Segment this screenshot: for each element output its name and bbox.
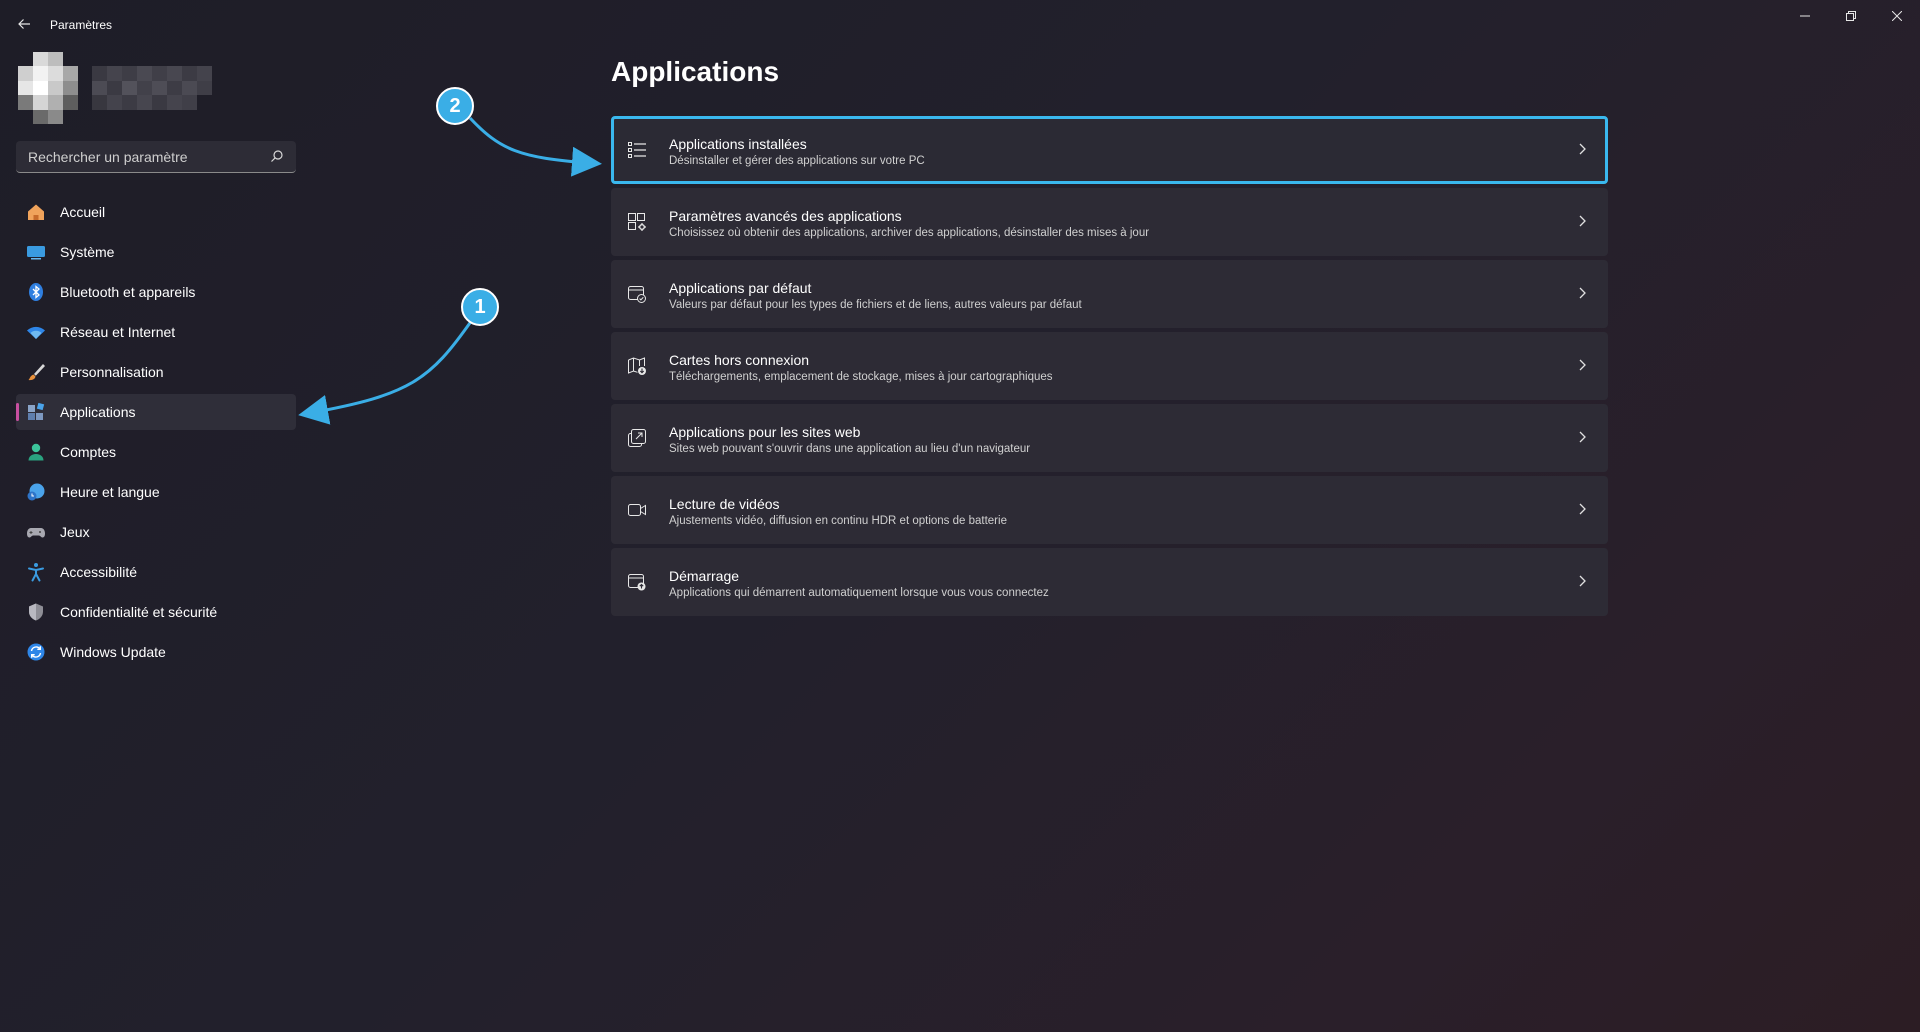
chevron-right-icon <box>1579 503 1586 515</box>
card-cartes-hors-connexion[interactable]: Cartes hors connexion Téléchargements, e… <box>611 332 1608 400</box>
sidebar-item-label: Windows Update <box>60 644 166 660</box>
sidebar-nav: Accueil Système Bluetooth et appareils R… <box>16 194 296 674</box>
sidebar-item-label: Jeux <box>60 524 90 540</box>
accessibility-icon <box>26 562 46 582</box>
sidebar-item-label: Confidentialité et sécurité <box>60 604 218 620</box>
person-icon <box>26 442 46 462</box>
chevron-right-icon <box>1579 359 1586 371</box>
open-external-icon <box>628 429 646 447</box>
avatar[interactable] <box>18 52 78 124</box>
gamepad-icon <box>26 522 46 542</box>
monitor-icon <box>26 242 46 262</box>
sidebar-item-systeme[interactable]: Système <box>16 234 296 270</box>
minimize-icon <box>1800 15 1810 17</box>
wifi-icon <box>26 322 46 342</box>
settings-cards: Applications installées Désinstaller et … <box>611 116 1608 620</box>
card-lecture-videos[interactable]: Lecture de vidéos Ajustements vidéo, dif… <box>611 476 1608 544</box>
sidebar-item-label: Applications <box>60 404 136 420</box>
card-subtitle: Choisissez où obtenir des applications, … <box>669 227 1150 239</box>
search-icon[interactable] <box>270 149 284 163</box>
annotation-arrow-1 <box>298 319 474 425</box>
sidebar-item-personnalisation[interactable]: Personnalisation <box>16 354 296 390</box>
sidebar-item-label: Accessibilité <box>60 564 138 580</box>
shield-icon <box>26 602 46 622</box>
bluetooth-icon <box>26 282 46 302</box>
chevron-right-icon <box>1579 575 1586 587</box>
sidebar-item-comptes[interactable]: Comptes <box>16 434 296 470</box>
update-icon <box>26 642 46 662</box>
default-apps-icon <box>628 286 646 303</box>
sidebar-item-label: Comptes <box>60 444 117 460</box>
video-camera-icon <box>628 504 646 516</box>
sidebar-item-label: Système <box>60 244 115 260</box>
card-subtitle: Désinstaller et gérer des applications s… <box>669 155 925 167</box>
restore-button[interactable] <box>1828 0 1874 32</box>
restore-icon <box>1846 11 1856 21</box>
annotation-badge-2: 2 <box>436 87 474 125</box>
close-button[interactable] <box>1874 0 1920 32</box>
list-icon <box>628 142 646 158</box>
sidebar-item-windows-update[interactable]: Windows Update <box>16 634 296 670</box>
title-bar: Paramètres <box>0 0 1920 48</box>
app-title: Paramètres <box>50 18 113 32</box>
chevron-right-icon <box>1579 431 1586 443</box>
sidebar-item-label: Accueil <box>60 204 106 220</box>
sidebar-item-reseau[interactable]: Réseau et Internet <box>16 314 296 350</box>
sidebar-item-confidentialite[interactable]: Confidentialité et sécurité <box>16 594 296 630</box>
chevron-right-icon <box>1579 287 1586 299</box>
card-applications-sites-web[interactable]: Applications pour les sites web Sites we… <box>611 404 1608 472</box>
card-title: Applications installées <box>669 136 807 152</box>
card-title: Lecture de vidéos <box>669 496 780 512</box>
sidebar-item-label: Heure et langue <box>60 484 160 500</box>
card-title: Applications pour les sites web <box>669 424 861 440</box>
window-controls <box>1782 0 1920 32</box>
card-applications-par-defaut[interactable]: Applications par défaut Valeurs par défa… <box>611 260 1608 328</box>
card-parametres-avances[interactable]: Paramètres avancés des applications Choi… <box>611 188 1608 256</box>
search-box[interactable] <box>16 141 296 173</box>
clock-globe-icon <box>26 482 46 502</box>
card-applications-installees[interactable]: Applications installées Désinstaller et … <box>611 116 1608 184</box>
profile-name-redacted <box>92 66 212 110</box>
home-icon <box>26 202 46 222</box>
annotation-arrow-2 <box>468 116 602 177</box>
card-subtitle: Applications qui démarrent automatiqueme… <box>669 587 1049 599</box>
card-subtitle: Valeurs par défaut pour les types de fic… <box>669 299 1082 311</box>
card-title: Démarrage <box>669 568 740 584</box>
sidebar-item-label: Personnalisation <box>60 364 164 380</box>
sidebar-item-applications[interactable]: Applications <box>16 394 296 430</box>
sidebar-item-accueil[interactable]: Accueil <box>16 194 296 230</box>
card-title: Cartes hors connexion <box>669 352 810 368</box>
back-button[interactable] <box>12 12 36 36</box>
minimize-button[interactable] <box>1782 0 1828 32</box>
apps-settings-icon <box>628 213 646 231</box>
page-title: Applications <box>611 56 780 87</box>
sidebar-item-jeux[interactable]: Jeux <box>16 514 296 550</box>
sidebar-item-bluetooth[interactable]: Bluetooth et appareils <box>16 274 296 310</box>
annotation-badge-1: 1 <box>461 288 499 326</box>
apps-icon <box>26 402 46 422</box>
card-subtitle: Sites web pouvant s'ouvrir dans une appl… <box>669 443 1031 455</box>
card-demarrage[interactable]: Démarrage Applications qui démarrent aut… <box>611 548 1608 616</box>
card-subtitle: Téléchargements, emplacement de stockage… <box>669 371 1053 383</box>
search-input[interactable] <box>26 141 260 173</box>
close-icon <box>1892 11 1902 21</box>
brush-icon <box>26 362 46 382</box>
sidebar-item-accessibilite[interactable]: Accessibilité <box>16 554 296 590</box>
startup-icon <box>628 574 646 591</box>
card-title: Paramètres avancés des applications <box>669 208 902 224</box>
chevron-right-icon <box>1579 143 1586 155</box>
sidebar-item-label: Réseau et Internet <box>60 324 176 340</box>
map-download-icon <box>628 357 646 375</box>
chevron-right-icon <box>1579 215 1586 227</box>
card-title: Applications par défaut <box>669 280 812 296</box>
sidebar-item-label: Bluetooth et appareils <box>60 284 196 300</box>
back-arrow-icon <box>18 19 30 29</box>
card-subtitle: Ajustements vidéo, diffusion en continu … <box>669 515 1007 527</box>
sidebar-item-heure-langue[interactable]: Heure et langue <box>16 474 296 510</box>
